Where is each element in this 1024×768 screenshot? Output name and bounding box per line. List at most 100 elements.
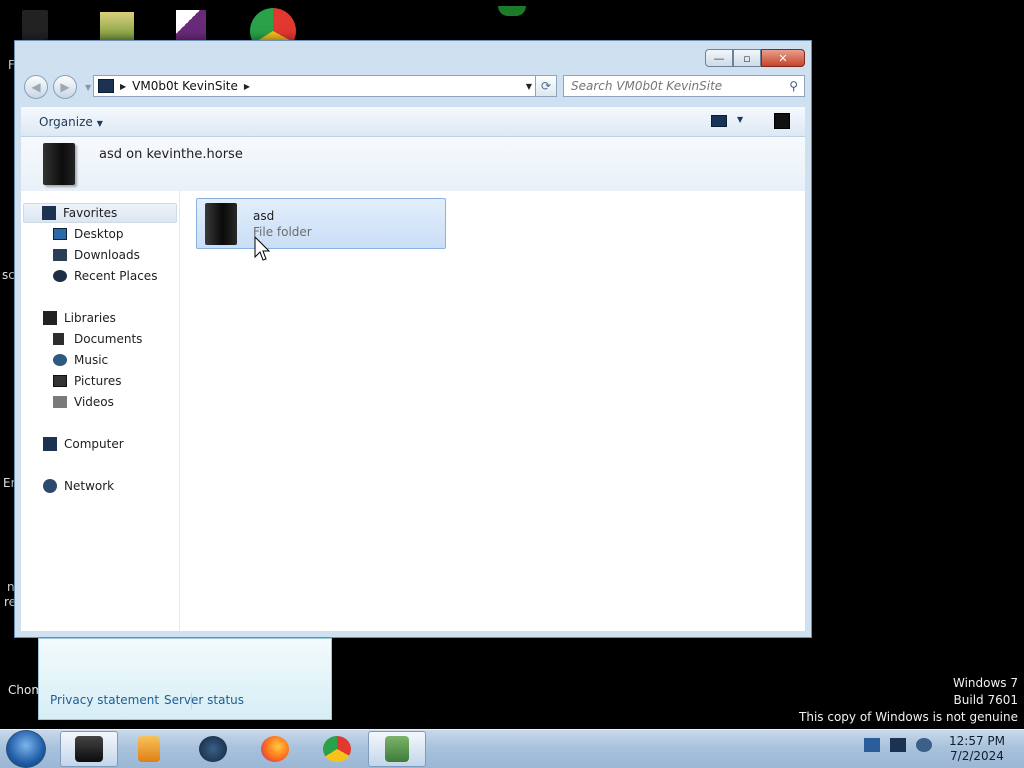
maximize-button[interactable]: ▫ [733, 49, 761, 67]
desktop-icon-3[interactable] [170, 0, 216, 40]
action-center-icon[interactable] [864, 738, 880, 752]
nav-item-desktop[interactable]: Desktop [53, 224, 124, 244]
nav-label: Pictures [74, 374, 122, 388]
mouse-cursor-icon [254, 236, 270, 261]
desktop-icon-2[interactable] [96, 0, 142, 40]
nav-item-network[interactable]: Network [43, 476, 114, 496]
network-location-icon [43, 143, 75, 185]
network-icon [43, 479, 57, 493]
content-area: Favorites Desktop Downloads Recent Place… [21, 191, 805, 631]
caption-buttons: — ▫ ✕ [705, 49, 805, 67]
folder-icon [205, 203, 237, 245]
taskbar-globe-button[interactable] [184, 731, 242, 767]
firefox-icon [261, 736, 289, 762]
file-tile[interactable]: asd File folder [196, 198, 446, 249]
explorer-icon [75, 736, 103, 762]
minimize-button[interactable]: — [705, 49, 733, 67]
nav-item-music[interactable]: Music [53, 350, 108, 370]
start-button[interactable] [6, 730, 46, 768]
nav-label: Music [74, 353, 109, 367]
nav-label: Network [64, 479, 115, 493]
address-bar[interactable]: ▶ VM0b0t KevinSite ▶ ▼ [93, 75, 537, 97]
nav-label: Videos [74, 395, 114, 409]
preview-pane-icon[interactable] [774, 113, 790, 129]
location-title: asd on kevinthe.horse [99, 147, 243, 162]
recent-places-icon [53, 270, 67, 282]
recent-pages-dropdown[interactable]: ▼ [85, 83, 91, 92]
desktop-label-fragment: sc [2, 268, 15, 282]
media-player-icon [138, 736, 160, 762]
address-dropdown-icon[interactable]: ▼ [526, 82, 532, 91]
desktop-icon [53, 228, 67, 240]
organize-label: Organize [39, 115, 93, 129]
desktop-top-gadget [498, 6, 526, 16]
network-status-icon[interactable] [890, 738, 906, 752]
network-users-icon [385, 736, 409, 762]
watermark-line: This copy of Windows is not genuine [799, 710, 1018, 724]
search-input[interactable] [571, 79, 777, 93]
search-icon[interactable]: ⚲ [789, 79, 798, 93]
downloads-icon [53, 249, 67, 261]
computer-location-icon [98, 79, 114, 93]
nav-item-videos[interactable]: Videos [53, 392, 114, 412]
watermark-line: Build 7601 [953, 693, 1018, 707]
nav-label: Documents [74, 332, 143, 346]
nav-label: Favorites [63, 206, 118, 220]
back-button[interactable]: ◀ [24, 75, 48, 99]
search-box[interactable]: ⚲ [563, 75, 805, 97]
nav-item-favorites[interactable]: Favorites [23, 203, 177, 223]
nav-label: Computer [64, 437, 124, 451]
chevron-down-icon: ▼ [737, 115, 744, 124]
chrome-icon [323, 736, 351, 762]
command-bar: Organize ▼ ▼ [21, 107, 805, 137]
nav-label: Recent Places [74, 269, 158, 283]
server-status-link[interactable]: Server status [164, 693, 244, 707]
system-tray [864, 738, 932, 752]
chevron-down-icon: ▼ [96, 119, 103, 128]
taskbar-media-button[interactable] [120, 731, 178, 767]
forward-button[interactable]: ▶ [53, 75, 77, 99]
nav-item-pictures[interactable]: Pictures [53, 371, 122, 391]
view-icon [711, 115, 727, 127]
desktop-icon-1[interactable] [20, 0, 66, 40]
volume-icon[interactable] [916, 738, 932, 752]
navigation-pane: Favorites Desktop Downloads Recent Place… [21, 191, 180, 631]
file-list: asd File folder [181, 191, 805, 631]
close-button[interactable]: ✕ [761, 49, 805, 67]
nav-item-downloads[interactable]: Downloads [53, 245, 140, 265]
organize-menu[interactable]: Organize ▼ [39, 115, 103, 129]
clock-date: 7/2/2024 [950, 749, 1004, 763]
breadcrumb-chevron-icon[interactable]: ▶ [244, 82, 250, 91]
breadcrumb-chevron-icon[interactable]: ▶ [120, 82, 126, 91]
breadcrumb-segment[interactable]: VM0b0t KevinSite [132, 79, 238, 93]
libraries-icon [43, 311, 57, 325]
globe-icon [199, 736, 227, 762]
change-view-button[interactable]: ▼ [711, 115, 751, 129]
nav-item-documents[interactable]: Documents [53, 329, 142, 349]
computer-icon [43, 437, 57, 451]
nav-item-libraries[interactable]: Libraries [43, 308, 116, 328]
taskbar-network-button[interactable] [368, 731, 426, 767]
nav-item-computer[interactable]: Computer [43, 434, 124, 454]
privacy-statement-link[interactable]: Privacy statement [50, 693, 159, 707]
star-icon [42, 206, 56, 220]
watermark-line: Windows 7 [952, 676, 1018, 690]
taskbar-firefox-button[interactable] [246, 731, 304, 767]
clock-time: 12:57 PM [949, 734, 1005, 748]
taskbar-chrome-button[interactable] [308, 731, 366, 767]
nav-label: Desktop [74, 227, 124, 241]
music-icon [53, 354, 67, 366]
taskbar-clock[interactable]: 12:57 PM 7/2/2024 [940, 734, 1014, 764]
file-name: asd [253, 209, 275, 223]
refresh-button[interactable]: ⟳ [535, 75, 557, 97]
location-header: asd on kevinthe.horse [21, 137, 805, 191]
windows-watermark: Windows 7 Build 7601 This copy of Window… [799, 675, 1018, 726]
videos-icon [53, 396, 67, 408]
nav-item-recent-places[interactable]: Recent Places [53, 266, 157, 286]
pictures-icon [53, 375, 67, 387]
taskbar: 12:57 PM 7/2/2024 [0, 729, 1024, 768]
desktop-icon-chrome[interactable] [250, 0, 296, 54]
taskbar-explorer-button[interactable] [60, 731, 118, 767]
documents-icon [53, 333, 64, 345]
nav-label: Libraries [64, 311, 116, 325]
